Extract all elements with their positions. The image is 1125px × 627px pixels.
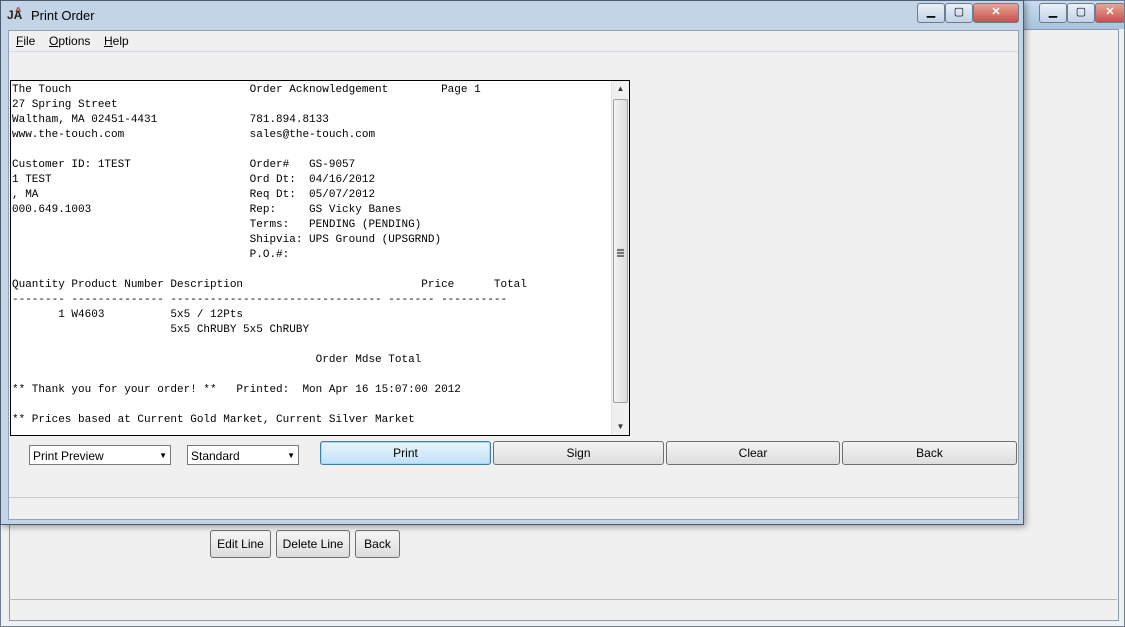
menu-bar: File Options Help xyxy=(9,31,1018,52)
report-line: 27 Spring Street xyxy=(12,99,118,111)
delete-line-button[interactable]: Delete Line xyxy=(276,530,350,558)
dialog-client-area: File Options Help The Touch Order Acknow… xyxy=(8,30,1019,520)
parent-status-divider xyxy=(9,599,1117,600)
report-line: ** Prices based at Current Gold Market, … xyxy=(12,414,415,426)
dialog-title: Print Order xyxy=(31,7,95,23)
dropdown-arrow-icon: ▼ xyxy=(159,451,167,460)
parent-back-button[interactable]: Back xyxy=(355,530,400,558)
parent-close-button[interactable]: ✕ xyxy=(1095,3,1125,23)
app-logo-icon: JA ^ xyxy=(7,6,23,22)
scroll-up-arrow-icon[interactable]: ▲ xyxy=(612,81,629,97)
grip-icon: ▬ ▬ ▬ xyxy=(617,246,624,259)
report-preview[interactable]: The Touch Order Acknowledgement Page 1 27… xyxy=(10,80,630,436)
report-line xyxy=(12,338,612,353)
report-line: Quantity Product Number Description Pric… xyxy=(12,279,527,291)
redacted-order-total xyxy=(516,353,572,365)
report-line: Waltham, MA 02451-4431 781.894.8133 xyxy=(12,114,329,126)
scroll-down-arrow-icon[interactable]: ▼ xyxy=(612,419,629,435)
scrollbar-thumb[interactable]: ▬ ▬ ▬ xyxy=(613,99,628,403)
report-line: 5x5 ChRUBY 5x5 ChRUBY xyxy=(12,324,310,336)
report-line: Terms: PENDING (PENDING) xyxy=(12,219,422,231)
report-line: Shipvia: UPS Ground (UPSGRND) xyxy=(12,234,442,246)
redacted-total xyxy=(511,307,579,321)
print-button[interactable]: Print xyxy=(320,441,491,465)
report-line: -------- -------------- ----------------… xyxy=(12,294,508,306)
report-line: The Touch Order Acknowledgement Page 1 xyxy=(12,84,481,96)
redacted-price xyxy=(435,307,491,319)
print-order-dialog: JA ^ Print Order ▁ ▢ ✕ File Options Help … xyxy=(0,0,1024,525)
menu-file[interactable]: File xyxy=(16,34,35,48)
report-line: P.O.#: xyxy=(12,249,290,261)
report-line: 1 TEST Ord Dt: 04/16/2012 xyxy=(12,174,376,186)
clear-button[interactable]: Clear xyxy=(666,441,840,465)
report-line xyxy=(12,398,612,413)
report-scrollbar[interactable]: ▲ ▬ ▬ ▬ ▼ xyxy=(611,81,629,435)
report-line: ** Thank you for your order! ** Printed:… xyxy=(12,384,461,396)
sign-button[interactable]: Sign xyxy=(493,441,664,465)
back-button[interactable]: Back xyxy=(842,441,1017,465)
report-line: Customer ID: 1TEST Order# GS-9057 xyxy=(12,159,356,171)
parent-maximize-button[interactable]: ▢ xyxy=(1067,3,1095,23)
report-line xyxy=(12,368,612,383)
dialog-titlebar: JA ^ Print Order xyxy=(7,5,95,25)
dialog-minimize-button[interactable]: ▁ xyxy=(917,3,945,23)
output-mode-value: Print Preview xyxy=(33,449,104,463)
menu-help[interactable]: Help xyxy=(104,34,129,48)
report-line xyxy=(12,143,612,158)
format-value: Standard xyxy=(191,449,240,463)
dialog-maximize-button[interactable]: ▢ xyxy=(945,3,973,23)
dialog-close-button[interactable]: ✕ xyxy=(973,3,1019,23)
report-line: www.the-touch.com sales@the-touch.com xyxy=(12,129,376,141)
menu-options[interactable]: Options xyxy=(49,34,90,48)
report-line xyxy=(12,263,612,278)
parent-minimize-button[interactable]: ▁ xyxy=(1039,3,1067,23)
edit-line-button[interactable]: Edit Line xyxy=(210,530,271,558)
status-divider xyxy=(9,497,1018,498)
report-text: The Touch Order Acknowledgement Page 1 27… xyxy=(12,83,612,428)
output-mode-select[interactable]: Print Preview ▼ xyxy=(29,445,171,465)
report-line: , MA Req Dt: 05/07/2012 xyxy=(12,189,376,201)
toolbar-area xyxy=(9,52,1018,78)
dropdown-arrow-icon: ▼ xyxy=(287,451,295,460)
report-line: 000.649.1003 Rep: GS Vicky Banes xyxy=(12,204,402,216)
format-select[interactable]: Standard ▼ xyxy=(187,445,299,465)
